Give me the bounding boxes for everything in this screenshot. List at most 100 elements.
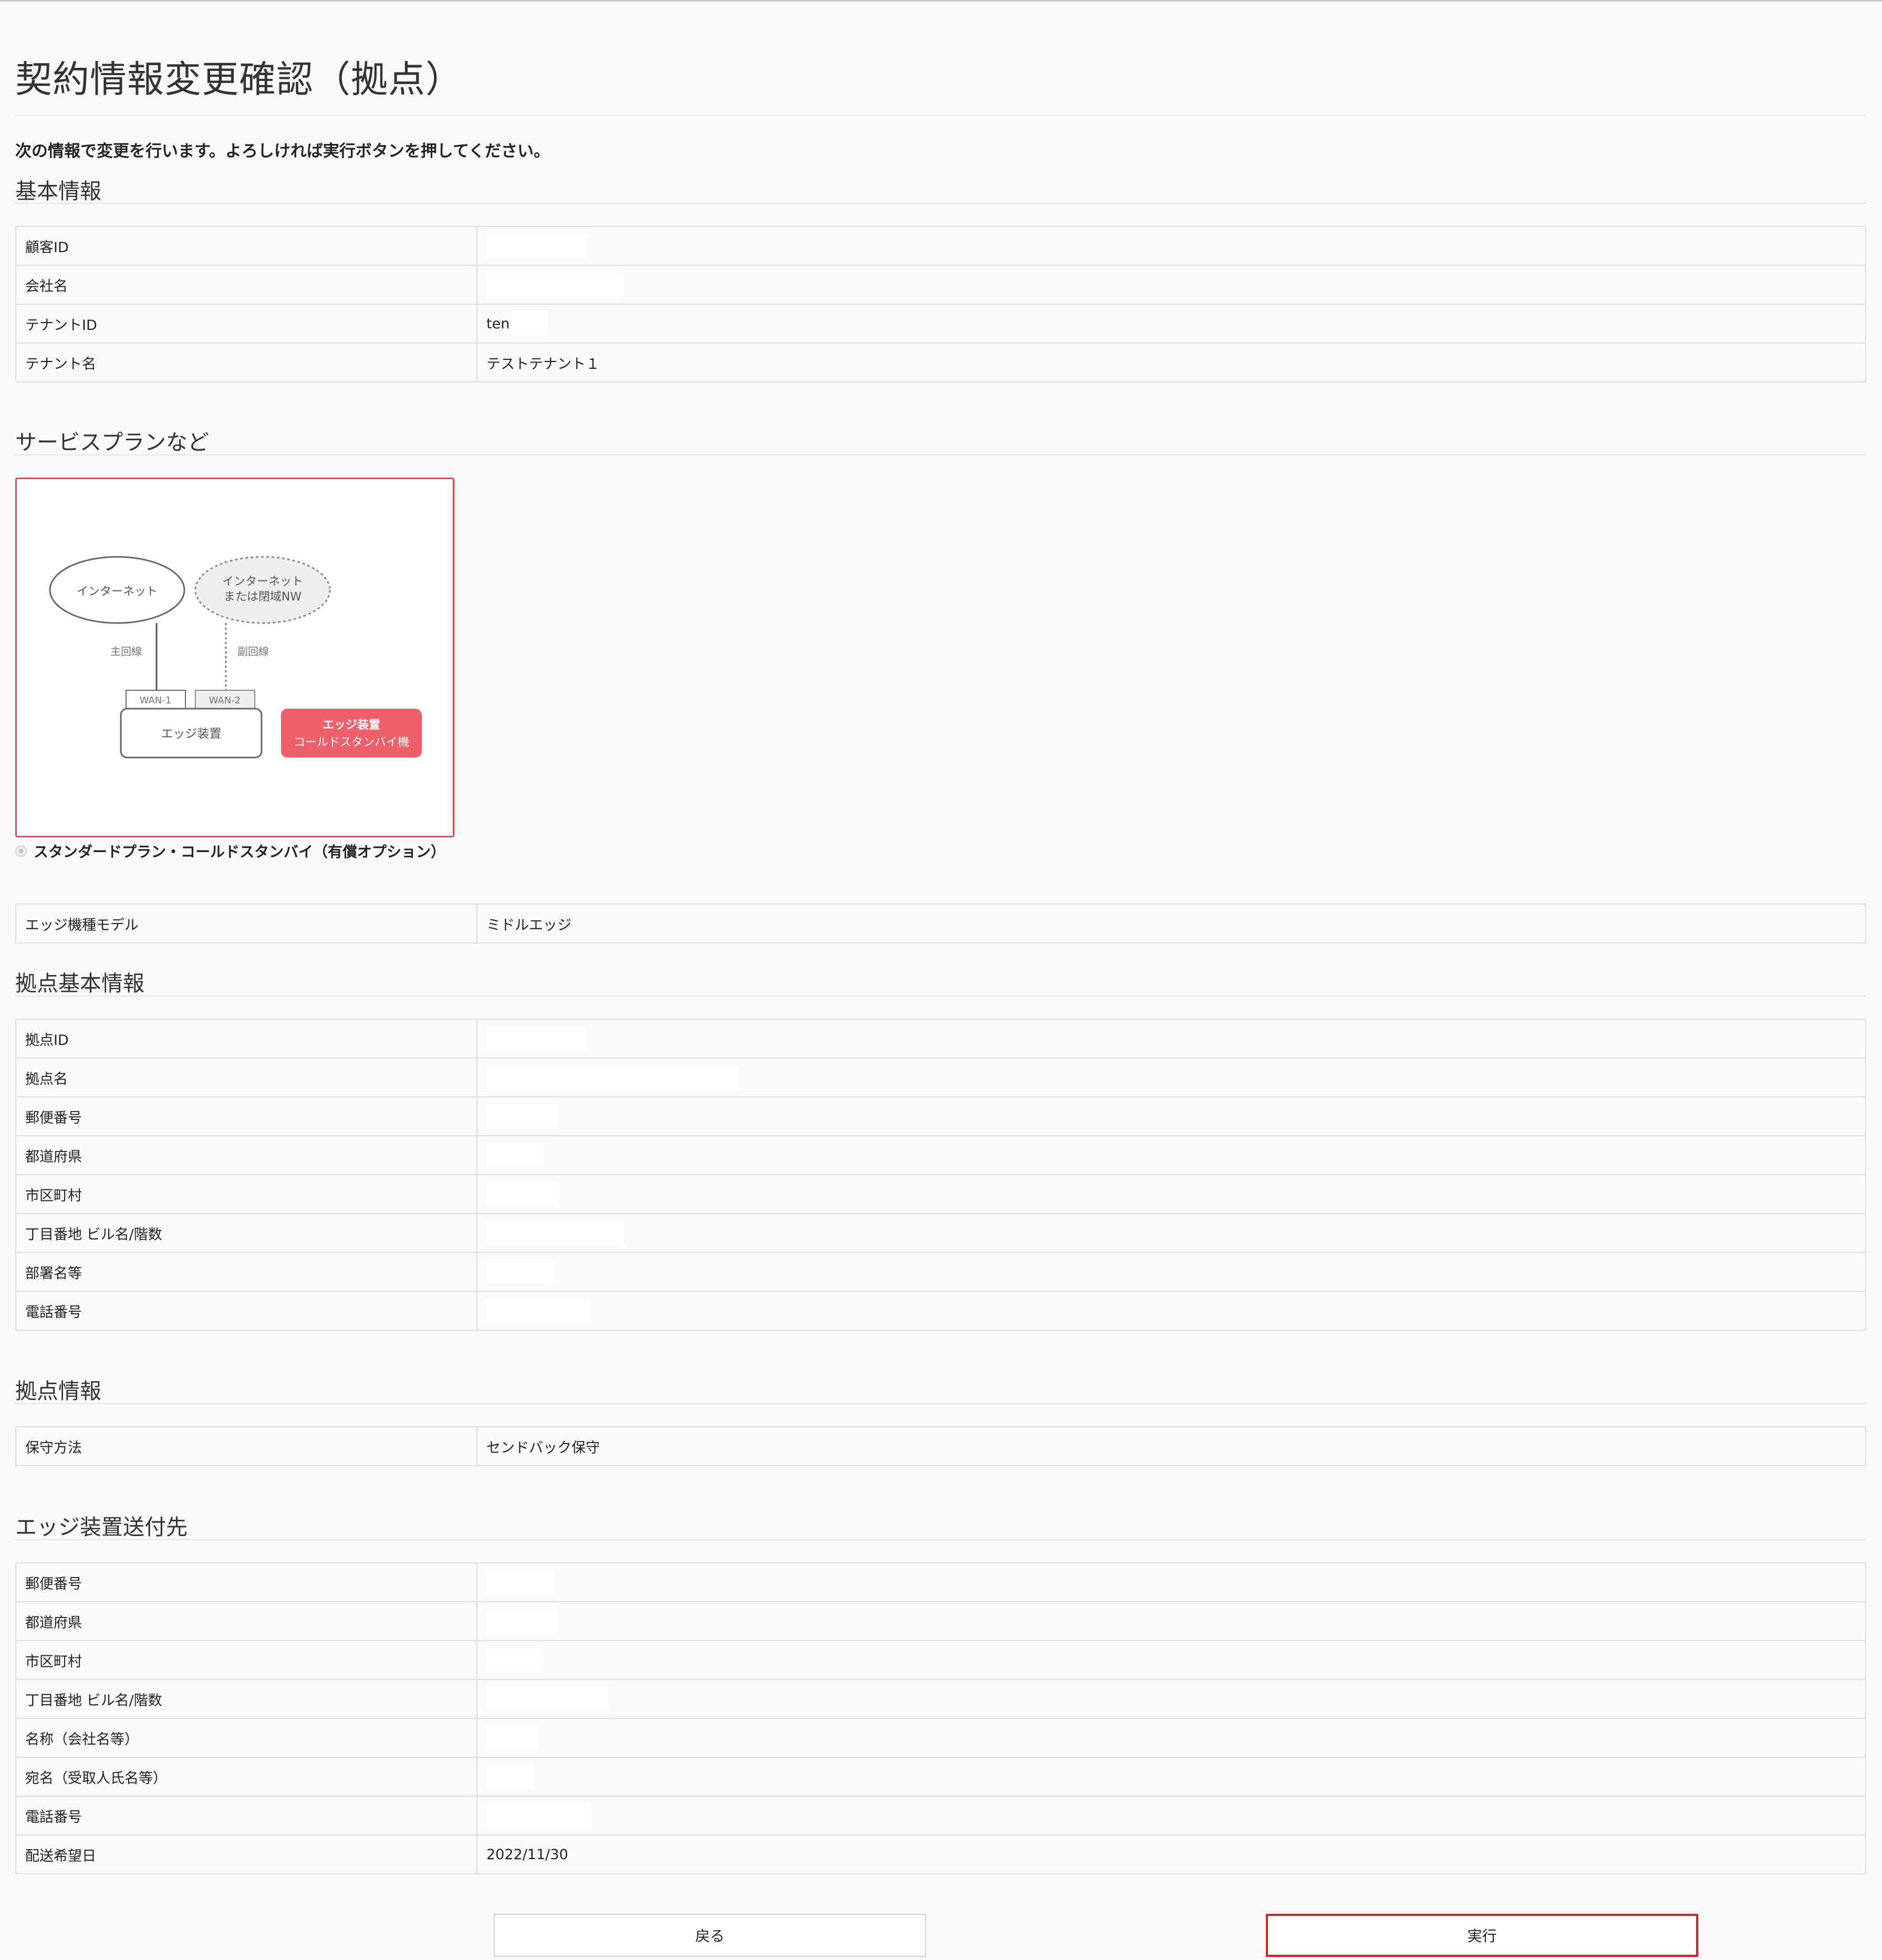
table-row: テナントID ten <box>16 305 1865 344</box>
row-value: 2022/11/30 <box>486 1846 568 1863</box>
wan2-label: WAN-2 <box>209 695 241 706</box>
table-row: 丁目番地 ビル名/階数 <box>16 1214 1865 1253</box>
row-label: 都道府県 <box>16 1136 477 1174</box>
row-label: 丁目番地 ビル名/階数 <box>16 1680 477 1718</box>
table-row: 名称（会社名等） <box>16 1719 1865 1758</box>
main-line-label: 主回線 <box>110 645 142 658</box>
redacted-value <box>486 273 624 297</box>
table-row: 拠点ID <box>16 1020 1865 1059</box>
redacted-value <box>486 1687 608 1711</box>
redacted-value <box>486 1182 559 1206</box>
redacted-value <box>486 1765 534 1789</box>
row-value <box>477 1680 1865 1718</box>
row-value <box>477 1175 1865 1213</box>
row-label: 郵便番号 <box>16 1097 477 1135</box>
row-label: 拠点ID <box>16 1020 477 1057</box>
table-row: 郵便番号 <box>16 1097 1865 1136</box>
internet-label: インターネット <box>222 575 303 588</box>
table-row: 郵便番号 <box>16 1563 1865 1602</box>
section-heading-basic: 基本情報 <box>15 179 101 204</box>
row-value <box>477 1641 1865 1679</box>
row-label: 会社名 <box>16 266 477 304</box>
row-label: 電話番号 <box>16 1292 477 1330</box>
plan-option-card[interactable]: インターネット インターネット または閉域NW 主回線 副回線 WAN-1 WA… <box>15 478 454 837</box>
row-label: テナント名 <box>16 344 477 381</box>
instruction-text: 次の情報で変更を行います。よろしければ実行ボタンを押してください。 <box>15 142 550 161</box>
row-value <box>477 1292 1865 1330</box>
row-label: 拠点名 <box>16 1059 477 1096</box>
table-row: 会社名 <box>16 266 1865 305</box>
section-divider <box>15 995 1866 997</box>
tenant-id-value: ten <box>486 315 510 332</box>
table-row: 都道府県 <box>16 1602 1865 1641</box>
shipping-table: 郵便番号 都道府県 市区町村 丁目番地 ビル名/階数 名称（会社名等） 宛名（受… <box>15 1562 1866 1874</box>
row-label: 配送希望日 <box>16 1835 477 1873</box>
section-heading-site-info: 拠点情報 <box>15 1378 101 1404</box>
redacted-value <box>512 312 549 336</box>
redacted-value <box>486 1726 538 1750</box>
row-value <box>477 1602 1865 1640</box>
page-title: 契約情報変更確認（拠点） <box>15 58 463 101</box>
table-row: 電話番号 <box>16 1797 1865 1835</box>
redacted-value <box>486 234 586 258</box>
row-value <box>477 227 1865 265</box>
row-label: 都道府県 <box>16 1602 477 1640</box>
row-label: 部署名等 <box>16 1253 477 1291</box>
back-button[interactable]: 戻る <box>494 1914 926 1957</box>
row-label: エッジ機種モデル <box>16 905 477 942</box>
table-row: 拠点名 <box>16 1059 1865 1097</box>
row-label: 丁目番地 ビル名/階数 <box>16 1214 477 1252</box>
row-value: センドバック保守 <box>486 1439 600 1456</box>
basic-info-table: 顧客ID 会社名 テナントID ten テナント名 テストテナント１ <box>15 226 1866 382</box>
row-value: ten <box>477 305 1865 343</box>
closed-nw-label: または閉域NW <box>224 590 301 604</box>
network-diagram: インターネット インターネット または閉域NW 主回線 副回線 WAN-1 WA… <box>49 556 422 759</box>
row-label: テナントID <box>16 305 477 343</box>
row-value <box>477 1253 1865 1291</box>
row-value <box>477 1797 1865 1834</box>
section-heading-shipping: エッジ装置送付先 <box>15 1515 188 1540</box>
row-value <box>477 1719 1865 1757</box>
execute-button[interactable]: 実行 <box>1266 1914 1698 1957</box>
row-label: 市区町村 <box>16 1641 477 1679</box>
row-label: 名称（会社名等） <box>16 1719 477 1757</box>
row-value <box>477 1136 1865 1174</box>
table-row: 宛名（受取人氏名等） <box>16 1758 1865 1797</box>
row-value <box>477 1059 1865 1096</box>
table-row: 電話番号 <box>16 1292 1865 1330</box>
row-value: ミドルエッジ <box>486 917 571 934</box>
table-row: 都道府県 <box>16 1136 1865 1175</box>
table-row: 部署名等 <box>16 1253 1865 1292</box>
table-row: テナント名 テストテナント１ <box>16 344 1865 381</box>
redacted-value <box>486 1065 739 1090</box>
section-divider <box>15 203 1866 204</box>
row-value <box>477 1214 1865 1252</box>
internet-label: インターネット <box>77 585 158 598</box>
table-row: 顧客ID <box>16 227 1865 266</box>
plan-option[interactable]: スタンダードプラン・コールドスタンバイ（有償オプション） <box>15 841 445 862</box>
internet-or-closed-cloud <box>194 556 331 624</box>
redacted-value <box>486 1104 557 1128</box>
plan-radio[interactable] <box>15 845 27 857</box>
row-label: 顧客ID <box>16 227 477 265</box>
wan1-label: WAN-1 <box>140 695 172 706</box>
title-divider <box>15 115 1866 116</box>
table-row: 配送希望日 2022/11/30 <box>16 1835 1865 1873</box>
sub-line-label: 副回線 <box>237 645 269 658</box>
site-basic-table: 拠点ID 拠点名 郵便番号 都道府県 市区町村 丁目番地 ビル名/階数 部署名等 <box>15 1019 1866 1331</box>
standby-device <box>281 709 422 758</box>
section-divider <box>15 454 1866 455</box>
row-value <box>477 266 1865 304</box>
table-row: 市区町村 <box>16 1175 1865 1214</box>
row-value <box>477 1020 1865 1057</box>
site-info-table: 保守方法 センドバック保守 <box>15 1426 1866 1466</box>
row-value: テストテナント１ <box>486 356 600 372</box>
edge-device-label: エッジ装置 <box>161 727 222 741</box>
table-row: 市区町村 <box>16 1641 1865 1680</box>
redacted-value <box>486 1260 554 1284</box>
redacted-value <box>486 1221 624 1245</box>
section-heading-site-basic: 拠点基本情報 <box>15 971 144 996</box>
row-label: 郵便番号 <box>16 1563 477 1601</box>
redacted-value <box>486 1803 591 1828</box>
redacted-value <box>486 1143 543 1167</box>
